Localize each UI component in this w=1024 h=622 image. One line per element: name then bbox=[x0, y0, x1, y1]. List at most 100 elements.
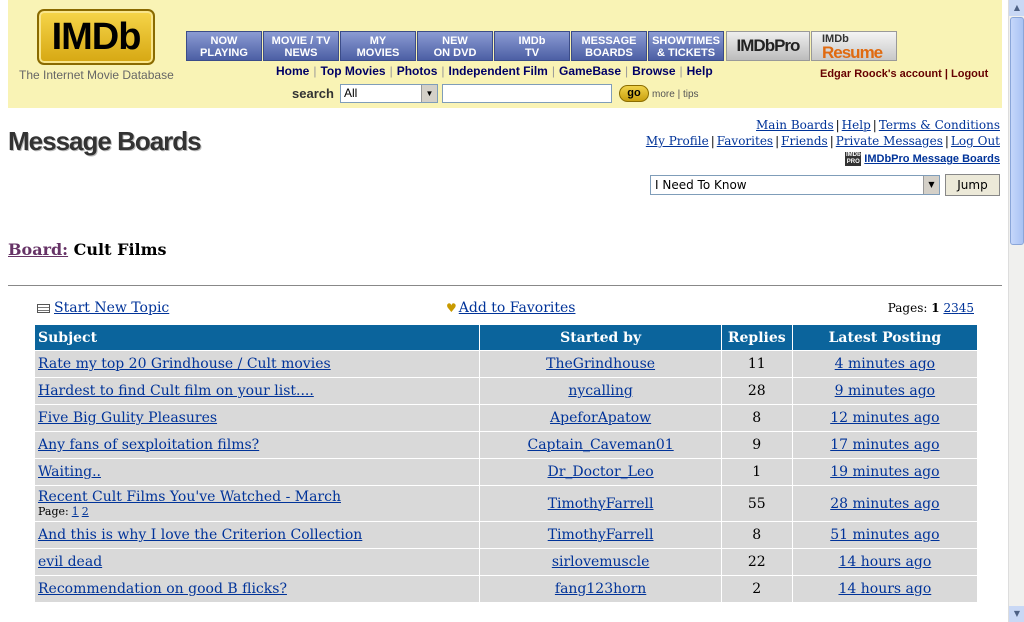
search-input[interactable] bbox=[442, 84, 612, 103]
topic-subject-link[interactable]: And this is why I love the Criterion Col… bbox=[38, 527, 362, 543]
topic-author-link[interactable]: TimothyFarrell bbox=[548, 496, 654, 512]
subnav-browse[interactable]: Browse bbox=[632, 64, 675, 78]
page-link[interactable]: 2 bbox=[943, 301, 951, 315]
topic-subject-link[interactable]: Recommendation on good B flicks? bbox=[38, 581, 287, 597]
topic-page-link[interactable]: 2 bbox=[82, 505, 89, 518]
sub-navigation: Home | Top Movies | Photos | Independent Film |… bbox=[276, 64, 713, 78]
page-link[interactable]: 5 bbox=[966, 301, 974, 315]
subnav-independent-film[interactable]: Independent Film bbox=[449, 64, 548, 78]
scroll-down-icon[interactable]: ▼ bbox=[1009, 606, 1024, 622]
topic-subject-link[interactable]: Waiting.. bbox=[38, 464, 101, 480]
topic-latest-link[interactable]: 19 minutes ago bbox=[830, 464, 939, 480]
topic-subject-link[interactable]: Hardest to find Cult film on your list..… bbox=[38, 383, 314, 399]
main-boards-link[interactable]: Main Boards bbox=[756, 118, 834, 132]
scroll-up-icon[interactable]: ▲ bbox=[1009, 0, 1024, 16]
chevron-down-icon[interactable]: ▼ bbox=[421, 85, 437, 102]
table-row: Waiting.. Dr_Doctor_Leo 1 19 minutes ago bbox=[35, 459, 977, 485]
logout-link[interactable]: Logout bbox=[951, 68, 988, 80]
topic-latest-link[interactable]: 4 minutes ago bbox=[835, 356, 935, 372]
tab-movie-tv-news[interactable]: MOVIE / TV NEWS bbox=[263, 31, 339, 61]
topic-author-link[interactable]: Dr_Doctor_Leo bbox=[548, 464, 654, 480]
terms-link[interactable]: Terms & Conditions bbox=[879, 118, 1000, 132]
search-more-tips: more | tips bbox=[652, 89, 699, 100]
board-jump-value: I Need To Know bbox=[655, 178, 747, 192]
tab-message-boards[interactable]: MESSAGE BOARDS bbox=[571, 31, 647, 61]
subnav-top-movies[interactable]: Top Movies bbox=[320, 64, 385, 78]
topic-replies: 55 bbox=[721, 486, 792, 521]
topic-replies: 28 bbox=[721, 378, 792, 404]
topic-subject-link[interactable]: Five Big Gulity Pleasures bbox=[38, 410, 217, 426]
subnav-photos[interactable]: Photos bbox=[397, 64, 438, 78]
imdbpro-button[interactable]: IMDbPro bbox=[726, 31, 810, 61]
topic-author-link[interactable]: TheGrindhouse bbox=[546, 356, 655, 372]
imdbpro-badge-icon: IMDb PRO bbox=[845, 152, 862, 166]
page-current: 1 bbox=[931, 301, 940, 315]
search-scope-value: All bbox=[344, 86, 358, 100]
private-messages-link[interactable]: Private Messages bbox=[836, 134, 943, 148]
document-icon bbox=[37, 303, 50, 313]
topic-latest-link[interactable]: 28 minutes ago bbox=[830, 496, 939, 512]
favorites-link[interactable]: Favorites bbox=[717, 134, 773, 148]
table-row: Any fans of sexploitation films? Captain… bbox=[35, 432, 977, 458]
search-more-link[interactable]: more bbox=[652, 89, 675, 100]
chevron-down-icon[interactable]: ▼ bbox=[923, 176, 939, 194]
board-breadcrumb: Board: Cult Films bbox=[8, 240, 167, 259]
scrollbar-thumb[interactable] bbox=[1010, 17, 1024, 245]
board-link[interactable]: Board: bbox=[8, 240, 68, 259]
pages-label: Pages: bbox=[887, 301, 928, 315]
topic-author-link[interactable]: Captain_Caveman01 bbox=[527, 437, 673, 453]
topic-subject-link[interactable]: Any fans of sexploitation films? bbox=[38, 437, 259, 453]
tab-now-playing[interactable]: NOW PLAYING bbox=[186, 31, 262, 61]
add-to-favorites-link[interactable]: Add to Favorites bbox=[459, 300, 576, 316]
board-jump-select[interactable]: I Need To Know ▼ bbox=[650, 175, 940, 195]
subnav-home[interactable]: Home bbox=[276, 64, 309, 78]
topic-latest-link[interactable]: 12 minutes ago bbox=[830, 410, 939, 426]
topic-author-link[interactable]: ApeforApatow bbox=[550, 410, 651, 426]
topic-latest-link[interactable]: 14 hours ago bbox=[838, 554, 931, 570]
column-header-latest-posting: Latest Posting bbox=[792, 325, 977, 350]
table-row: Recent Cult Films You've Watched - March… bbox=[35, 486, 977, 521]
divider bbox=[8, 285, 1002, 286]
account-links: Edgar Roock's account | Logout bbox=[820, 68, 989, 80]
topic-author-link[interactable]: sirlovemuscle bbox=[552, 554, 650, 570]
my-profile-link[interactable]: My Profile bbox=[646, 134, 709, 148]
tab-showtimes-tickets[interactable]: SHOWTIMES & TICKETS bbox=[648, 31, 724, 61]
topic-page-link[interactable]: 1 bbox=[72, 505, 79, 518]
topic-subject-link[interactable]: Rate my top 20 Grindhouse / Cult movies bbox=[38, 356, 331, 372]
tab-my-movies[interactable]: MY MOVIES bbox=[340, 31, 416, 61]
topic-latest-link[interactable]: 17 minutes ago bbox=[830, 437, 939, 453]
topic-page-links: Page: 1 2 bbox=[38, 505, 476, 518]
topic-author-link[interactable]: TimothyFarrell bbox=[548, 527, 654, 543]
table-row: And this is why I love the Criterion Col… bbox=[35, 522, 977, 548]
topic-latest-link[interactable]: 9 minutes ago bbox=[835, 383, 935, 399]
tab-new-on-dvd[interactable]: NEW ON DVD bbox=[417, 31, 493, 61]
topic-subject-link[interactable]: evil dead bbox=[38, 554, 102, 570]
start-new-topic-link[interactable]: Start New Topic bbox=[54, 300, 169, 316]
jump-button[interactable]: Jump bbox=[945, 174, 1000, 196]
log-out-link[interactable]: Log Out bbox=[951, 134, 1000, 148]
page-link[interactable]: 3 bbox=[951, 301, 959, 315]
friends-link[interactable]: Friends bbox=[781, 134, 828, 148]
search-tips-link[interactable]: tips bbox=[683, 89, 699, 100]
topic-author-link[interactable]: fang123horn bbox=[555, 581, 646, 597]
imdbpro-boards-link[interactable]: IMDbPro Message Boards bbox=[864, 153, 1000, 165]
subnav-gamebase[interactable]: GameBase bbox=[559, 64, 621, 78]
search-go-button[interactable]: go bbox=[619, 85, 649, 102]
topic-latest-link[interactable]: 51 minutes ago bbox=[830, 527, 939, 543]
imdb-logo[interactable]: IMDb bbox=[37, 9, 155, 65]
topic-replies: 8 bbox=[721, 522, 792, 548]
search-label: search bbox=[292, 86, 334, 101]
boards-help-link[interactable]: Help bbox=[842, 118, 871, 132]
topic-author-link[interactable]: nycalling bbox=[568, 383, 633, 399]
search-scope-select[interactable]: All ▼ bbox=[340, 84, 438, 103]
topic-latest-link[interactable]: 14 hours ago bbox=[838, 581, 931, 597]
topic-subject-link[interactable]: Recent Cult Films You've Watched - March bbox=[38, 489, 341, 505]
table-header-row: Subject Started by Replies Latest Postin… bbox=[35, 325, 977, 350]
board-name: Cult Films bbox=[73, 240, 167, 259]
tab-imdb-tv[interactable]: IMDb TV bbox=[494, 31, 570, 61]
subnav-help[interactable]: Help bbox=[687, 64, 713, 78]
imdb-resume-button[interactable]: IMDb Resume bbox=[811, 31, 897, 61]
vertical-scrollbar[interactable]: ▲ ▼ bbox=[1008, 0, 1024, 622]
table-row: Rate my top 20 Grindhouse / Cult movies … bbox=[35, 351, 977, 377]
account-link[interactable]: Edgar Roock's account bbox=[820, 68, 942, 80]
